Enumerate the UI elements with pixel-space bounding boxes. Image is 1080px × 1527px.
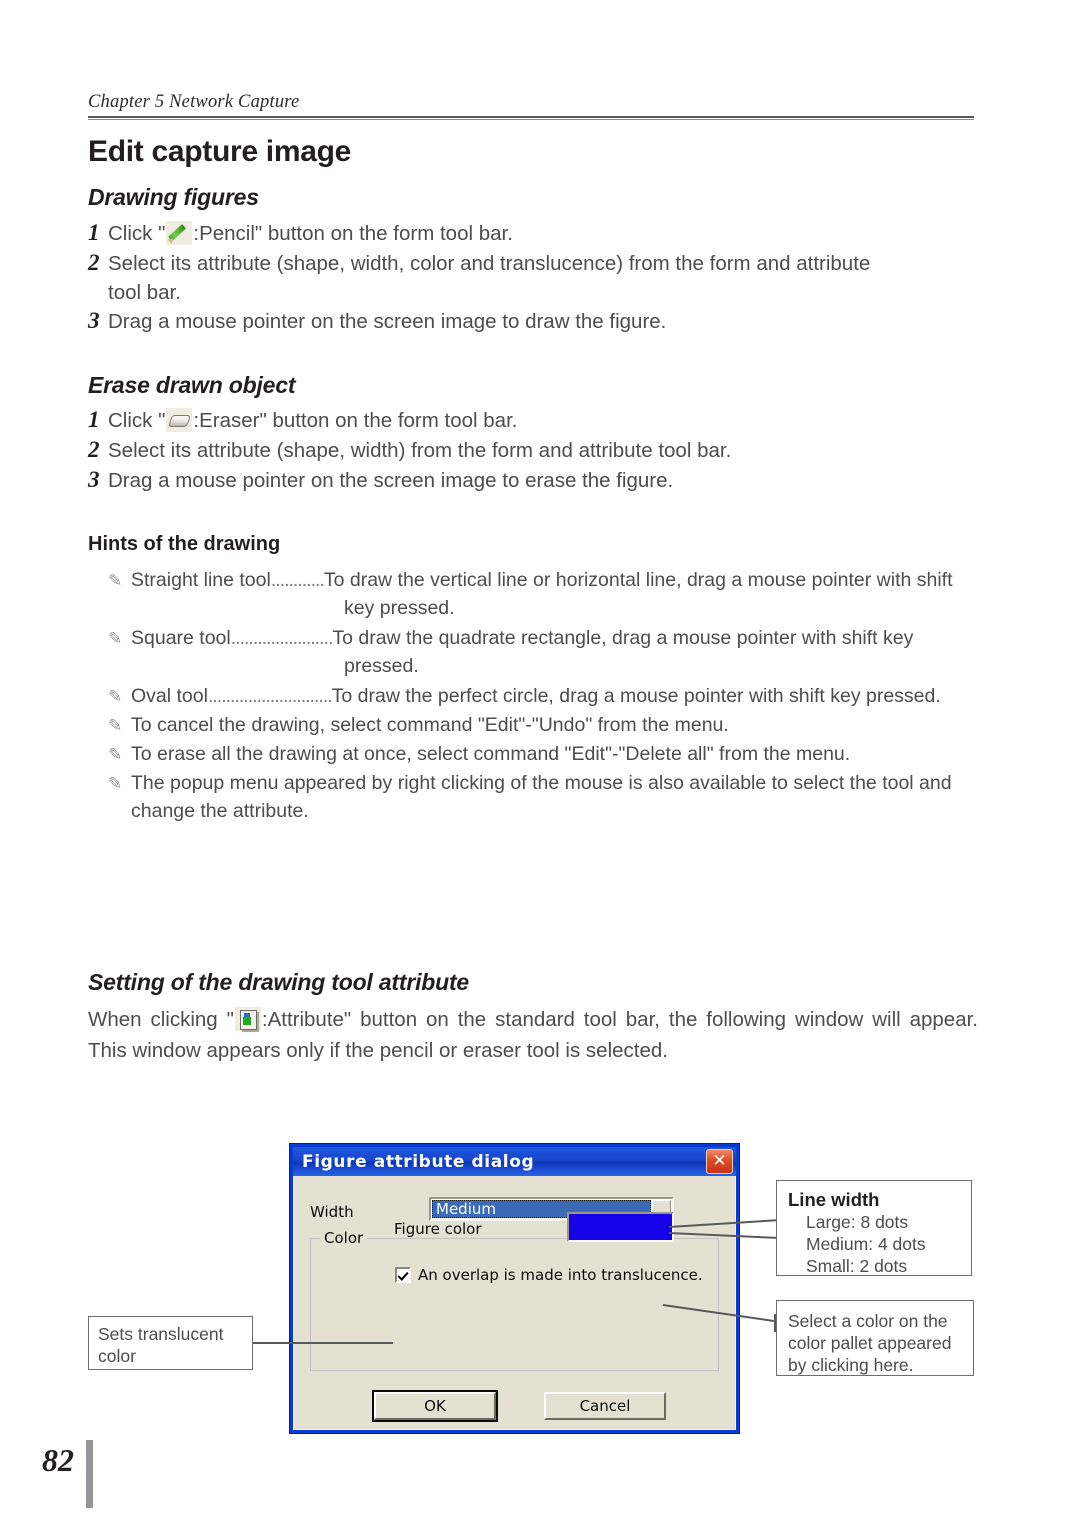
callout-line: Select a color on the [788,1311,948,1331]
hint-desc: To draw the vertical line or horizontal … [323,569,953,591]
step-erase-3: 3 Drag a mouse pointer on the screen ima… [88,466,978,495]
page-marker-bar [86,1440,93,1508]
step-text: Click " :Eraser" button on the form tool … [108,406,978,435]
figure-color-swatch[interactable] [567,1212,674,1242]
hint-label: Straight line tool [131,569,271,591]
attribute-icon [234,1007,261,1031]
callout-line: Small: 2 dots [806,1256,908,1276]
hint-desc-cont: key pressed. [344,597,455,619]
hint-desc-cont: pressed. [344,655,419,677]
step-text-cont: tool bar. [108,281,181,304]
translucence-checkbox-row[interactable]: An overlap is made into translucence. [395,1266,703,1284]
step-text-before: Click " [108,409,166,432]
step-number: 1 [88,220,100,245]
hint-text: Oval tool............................To … [131,682,988,710]
pen-bullet-icon: ✎ [108,629,123,648]
hint-text: Straight line tool............To draw th… [131,566,988,594]
step-text: Drag a mouse pointer on the screen image… [108,469,674,492]
pen-bullet-icon: ✎ [108,687,123,706]
width-label: Width [310,1203,354,1221]
heading-setting-attribute: Setting of the drawing tool attribute [88,969,470,995]
page-number: 82 [42,1442,74,1478]
hint-text: To erase all the drawing at once, select… [131,743,851,765]
callout-line: by clicking here. [788,1355,914,1375]
hint-leader: ............ [270,569,325,591]
color-groupbox: Color [310,1229,719,1371]
step-text-before: Click " [108,222,166,245]
hint-leader: ............................ [207,685,333,707]
step-number: 3 [88,308,100,333]
hint-desc: To draw the quadrate rectangle, drag a m… [332,627,914,649]
figure-color-label: Figure color [394,1220,482,1238]
heading-erase-drawn-object: Erase drawn object [88,372,296,398]
callout-line: color pallet appeared [788,1333,952,1353]
page-title: Edit capture image [88,135,352,168]
pencil-icon [166,221,193,245]
running-header: Chapter 5 Network Capture [88,92,974,120]
step-erase-1: 1 Click " :Eraser" button on the form too… [88,406,978,435]
pen-bullet-icon: ✎ [108,774,123,793]
dialog-body: Width Medium Color Figure color An overl… [293,1176,736,1430]
step-erase-2: 2 Select its attribute (shape, width) fr… [88,436,978,465]
chapter-label: Chapter 5 Network Capture [88,92,300,112]
cancel-button[interactable]: Cancel [544,1392,666,1420]
ok-button[interactable]: OK [372,1390,498,1422]
translucence-label: An overlap is made into translucence. [418,1266,703,1284]
hint-item: ✎ Square tool.......................To d… [108,624,988,680]
callout-line: Medium: 4 dots [806,1234,926,1254]
step-number: 3 [88,467,100,492]
translucence-checkbox[interactable] [395,1267,411,1283]
pen-bullet-icon: ✎ [108,716,123,735]
step-text-after: :Pencil" button on the form tool bar. [193,222,513,245]
eraser-icon [166,408,193,432]
hint-text: To cancel the drawing, select command "E… [131,714,729,736]
header-rule-thin [88,119,974,120]
close-icon[interactable]: ✕ [706,1149,733,1174]
hint-item: ✎ Oval tool............................T… [108,682,988,710]
dialog-titlebar[interactable]: Figure attribute dialog ✕ [293,1147,736,1176]
step-drawing-3: 3 Drag a mouse pointer on the screen ima… [88,307,978,336]
heading-hints: Hints of the drawing [88,533,281,555]
callout-line: Sets translucent [98,1324,224,1344]
hint-desc: To draw the perfect circle, drag a mouse… [331,685,941,707]
dialog-title: Figure attribute dialog [302,1151,535,1172]
step-text: Select its attribute (shape, width, colo… [108,252,871,275]
hint-text: Square tool.......................To dra… [131,624,988,652]
step-text: Click " :Pencil" button on the form tool … [108,219,978,248]
callout-line: Large: 8 dots [806,1212,909,1232]
pen-bullet-icon: ✎ [108,745,123,764]
hint-item: ✎ To cancel the drawing, select command … [108,711,988,739]
hint-item: ✎ To erase all the drawing at once, sele… [108,740,988,768]
step-text: Select its attribute (shape, width) from… [108,439,732,462]
figure-attribute-dialog: Figure attribute dialog ✕ Width Medium C… [289,1143,740,1434]
hint-item: ✎ Straight line tool............To draw … [108,566,988,622]
paragraph-before: When clicking " [88,1008,234,1031]
page: Chapter 5 Network Capture Edit capture i… [0,0,1080,1527]
step-drawing-1: 1 Click " :Pencil" button on the form too… [88,219,978,248]
step-number: 2 [88,250,100,275]
header-rule-thick [88,116,974,118]
hint-item: ✎ The popup menu appeared by right click… [108,769,988,825]
hint-leader: ....................... [230,627,334,649]
step-number: 1 [88,407,100,432]
pen-bullet-icon: ✎ [108,571,123,590]
step-number: 2 [88,437,100,462]
callout-line: color [98,1346,136,1366]
step-text-after: :Eraser" button on the form tool bar. [193,409,518,432]
callout-translucent-color: Sets translucent color [88,1316,253,1370]
color-group-label: Color [320,1229,368,1247]
hint-text-cont: change the attribute. [131,800,309,822]
leader-line-translucent [252,1342,393,1344]
callout-line-width: Line width Large: 8 dots Medium: 4 dots … [776,1180,972,1276]
hint-label: Oval tool [131,685,208,707]
heading-drawing-figures: Drawing figures [88,184,259,210]
callout-title: Line width [788,1189,880,1210]
step-drawing-2: 2 Select its attribute (shape, width, co… [88,249,978,307]
setting-attribute-paragraph: When clicking ":Attribute" button on the… [88,1004,978,1066]
hint-label: Square tool [131,627,231,649]
hint-text: The popup menu appeared by right clickin… [131,772,952,794]
step-text: Drag a mouse pointer on the screen image… [108,310,667,333]
callout-color-pallet: Select a color on the color pallet appea… [776,1300,974,1376]
